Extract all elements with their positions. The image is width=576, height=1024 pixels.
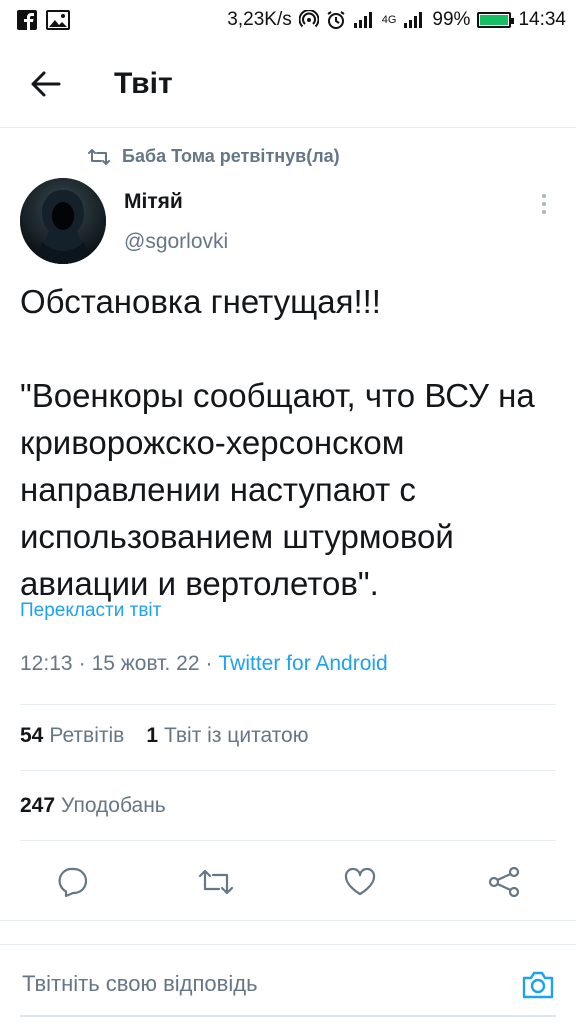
retweet-context[interactable]: Баба Тома ретвітнув(ла): [88, 146, 340, 167]
alarm-icon: [326, 10, 346, 30]
gallery-icon: [46, 10, 70, 30]
tweet-source-link[interactable]: Twitter for Android: [219, 652, 388, 676]
more-vertical-icon: [542, 194, 546, 214]
page-title: Твіт: [114, 66, 173, 100]
likes-label: Уподобань: [61, 794, 166, 817]
retweet-icon: [198, 869, 234, 895]
signal-icon: [353, 11, 375, 29]
retweet-stats-row: 54 Ретвітів 1 Твіт із цитатою: [20, 724, 330, 748]
tweet-actions: [0, 850, 576, 914]
divider: [20, 770, 556, 771]
arrow-left-icon: [31, 71, 61, 96]
top-app-bar: Твіт: [0, 40, 576, 128]
facebook-icon: [16, 9, 38, 31]
camera-button[interactable]: [518, 965, 558, 1005]
avatar[interactable]: [20, 178, 106, 264]
battery-percent: 99%: [432, 9, 471, 30]
likes-stats-row: 247 Уподобань: [20, 794, 188, 818]
retweets-stat[interactable]: 54 Ретвітів: [20, 724, 124, 748]
reply-composer: Твітніть свою відповідь: [0, 944, 576, 1024]
retweet-context-label: Баба Тома ретвітнув(ла): [122, 146, 340, 166]
divider: [20, 704, 556, 705]
status-bar-right: 3,23K/s 4G 99% 14:34: [227, 9, 566, 31]
like-icon: [344, 868, 376, 896]
tweet-meta: 12:13 · 15 жовт. 22 · Twitter for Androi…: [20, 652, 388, 676]
network-type: 4G: [381, 14, 397, 26]
divider: [0, 920, 576, 921]
tweet-time: 12:13: [20, 652, 73, 675]
retweet-icon: [88, 148, 110, 165]
share-button[interactable]: [484, 862, 524, 902]
divider: [20, 840, 556, 841]
quotes-count: 1: [146, 724, 158, 747]
network-speed: 3,23K/s: [227, 9, 292, 30]
reply-input[interactable]: Твітніть свою відповідь: [22, 971, 258, 997]
quotes-stat[interactable]: 1 Твіт із цитатою: [146, 724, 308, 748]
avatar-image: [20, 178, 106, 264]
status-bar-left: [16, 9, 70, 31]
share-icon: [488, 867, 520, 897]
retweet-button[interactable]: [196, 862, 236, 902]
back-button[interactable]: [16, 54, 76, 114]
clock: 14:34: [518, 9, 566, 30]
more-options-button[interactable]: [528, 188, 560, 220]
reply-input-underline: [20, 1015, 556, 1017]
battery-level: [480, 15, 509, 25]
author-handle[interactable]: @sgorlovki: [124, 230, 228, 254]
like-button[interactable]: [340, 862, 380, 902]
author-name[interactable]: Мітяй: [124, 190, 183, 214]
likes-count: 247: [20, 794, 56, 817]
battery-icon: [477, 12, 515, 28]
translate-tweet-link[interactable]: Перекласти твіт: [20, 600, 161, 622]
quotes-label: Твіт із цитатою: [164, 724, 309, 747]
meta-separator: ·: [78, 652, 86, 675]
likes-stat[interactable]: 247 Уподобань: [20, 794, 166, 818]
reply-icon: [58, 867, 88, 897]
meta-separator: ·: [205, 652, 213, 675]
reply-button[interactable]: [52, 862, 92, 902]
tweet-text: Обстановка гнетущая!!! "Военкоры сообщаю…: [20, 283, 535, 602]
retweets-count: 54: [20, 724, 44, 747]
tweet-date: 15 жовт. 22: [91, 652, 200, 675]
camera-icon: [522, 971, 554, 999]
signal-icon: [403, 11, 425, 29]
retweets-label: Ретвітів: [49, 724, 125, 747]
hotspot-icon: [298, 10, 319, 30]
status-bar: 3,23K/s 4G 99% 14:34: [0, 0, 576, 40]
